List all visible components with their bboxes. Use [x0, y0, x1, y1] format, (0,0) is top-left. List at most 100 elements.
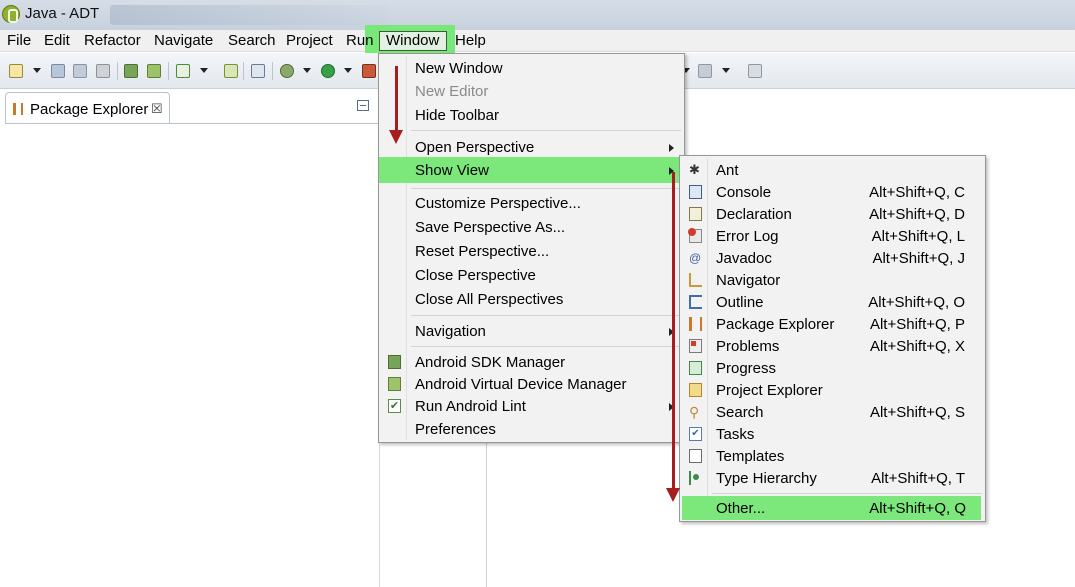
view-item-label: Declaration — [716, 206, 792, 223]
menu-run[interactable]: Run — [345, 31, 375, 51]
menu-item-show-view[interactable]: Show View — [379, 157, 684, 183]
debug-icon[interactable] — [280, 64, 294, 78]
menu-item-label: Open Perspective — [415, 139, 535, 156]
menu-separator — [411, 188, 681, 189]
annotation-arrow-window — [395, 66, 398, 132]
view-item-declaration[interactable]: Declaration Alt+Shift+Q, D — [680, 203, 985, 225]
menu-item-new-window[interactable]: New Window — [379, 57, 684, 79]
templates-icon — [689, 449, 702, 463]
view-item-console[interactable]: Console Alt+Shift+Q, C — [680, 181, 985, 203]
view-item-problems[interactable]: Problems Alt+Shift+Q, X — [680, 335, 985, 357]
menu-search[interactable]: Search — [227, 31, 277, 51]
menu-help[interactable]: Help — [454, 31, 487, 51]
toolbar-separator — [272, 62, 273, 80]
annotation-arrow-head-icon — [666, 488, 680, 502]
adt-logo-icon — [2, 5, 20, 23]
view-item-progress[interactable]: Progress — [680, 357, 985, 379]
menu-window[interactable]: Window — [385, 31, 440, 51]
save-icon[interactable] — [51, 64, 65, 78]
menu-navigate[interactable]: Navigate — [153, 31, 214, 51]
view-item-label: Search — [716, 404, 764, 421]
view-item-label: Project Explorer — [716, 382, 823, 399]
package-explorer-icon — [13, 103, 23, 115]
new-dropdown-icon[interactable] — [33, 68, 41, 73]
forward-icon[interactable] — [698, 64, 712, 78]
skip-breakpoints-icon[interactable] — [251, 64, 265, 78]
menu-item-preferences[interactable]: Preferences — [379, 418, 684, 440]
menu-item-android-sdk-manager[interactable]: Android SDK Manager — [379, 351, 684, 373]
window-title: Java - ADT — [25, 5, 100, 22]
view-item-javadoc[interactable]: @ Javadoc Alt+Shift+Q, J — [680, 247, 985, 269]
view-item-label: Package Explorer — [716, 316, 835, 333]
run-dropdown-icon[interactable] — [344, 68, 352, 73]
menu-item-label: Show View — [415, 162, 489, 179]
menu-file[interactable]: File — [6, 31, 32, 51]
view-item-label: Ant — [716, 162, 739, 179]
lint-check-icon[interactable] — [176, 64, 190, 78]
progress-icon — [689, 361, 702, 375]
view-item-shortcut: Alt+Shift+Q, X — [869, 338, 965, 355]
menu-edit[interactable]: Edit — [43, 31, 71, 51]
menu-item-label: Save Perspective As... — [415, 219, 566, 236]
menu-item-hide-toolbar[interactable]: Hide Toolbar — [379, 104, 684, 126]
print-icon[interactable] — [96, 64, 110, 78]
view-item-shortcut: Alt+Shift+Q, Q — [869, 500, 966, 517]
new-android-project-icon[interactable] — [224, 64, 238, 78]
close-icon[interactable]: ☒ — [151, 101, 163, 117]
lint-dropdown-icon[interactable] — [200, 68, 208, 73]
view-item-templates[interactable]: Templates — [680, 445, 985, 467]
forward-dropdown-icon[interactable] — [722, 68, 730, 73]
annotation-arrow-show-view — [672, 172, 675, 490]
view-item-shortcut: Alt+Shift+Q, C — [869, 184, 965, 201]
menu-item-close-all-perspectives[interactable]: Close All Perspectives — [379, 288, 684, 310]
view-item-label: Javadoc — [716, 250, 772, 267]
view-item-type-hierarchy[interactable]: Type Hierarchy Alt+Shift+Q, T — [680, 467, 985, 489]
outline-icon — [689, 295, 702, 309]
tab-package-explorer[interactable]: Package Explorer ☒ — [5, 92, 170, 124]
view-item-label: Templates — [716, 448, 785, 465]
avd-manager-icon[interactable] — [147, 64, 161, 78]
new-icon[interactable] — [9, 64, 23, 78]
menu-project[interactable]: Project — [285, 31, 334, 51]
window-menu: New Window New Editor Hide Toolbar Open … — [378, 53, 685, 443]
menu-item-reset-perspective[interactable]: Reset Perspective... — [379, 240, 684, 262]
menu-item-android-virtual-device-manager[interactable]: Android Virtual Device Manager — [379, 373, 684, 395]
sdk-manager-icon[interactable] — [124, 64, 138, 78]
pin-editor-icon[interactable] — [748, 64, 762, 78]
view-item-package-explorer[interactable]: Package Explorer Alt+Shift+Q, P — [680, 313, 985, 335]
menu-item-label: Run Android Lint — [415, 398, 526, 415]
menu-item-save-perspective-as[interactable]: Save Perspective As... — [379, 216, 684, 238]
view-item-tasks[interactable]: ✔ Tasks — [680, 423, 985, 445]
menu-item-customize-perspective[interactable]: Customize Perspective... — [379, 192, 684, 214]
menu-item-close-perspective[interactable]: Close Perspective — [379, 264, 684, 286]
view-item-search[interactable]: ⚲ Search Alt+Shift+Q, S — [680, 401, 985, 423]
navigator-icon — [689, 273, 702, 287]
console-icon — [689, 185, 702, 199]
menu-separator — [712, 493, 982, 494]
annotation-arrow-head-icon — [389, 130, 403, 144]
view-item-other[interactable]: Other... Alt+Shift+Q, Q — [682, 496, 981, 520]
view-item-ant[interactable]: ✱ Ant — [680, 159, 985, 181]
menu-item-navigation[interactable]: Navigation — [379, 320, 684, 342]
toolbar-separator — [243, 62, 244, 80]
view-item-outline[interactable]: Outline Alt+Shift+Q, O — [680, 291, 985, 313]
view-item-label: Type Hierarchy — [716, 470, 817, 487]
debug-dropdown-icon[interactable] — [303, 68, 311, 73]
menu-refactor[interactable]: Refactor — [83, 31, 142, 51]
view-item-project-explorer[interactable]: Project Explorer — [680, 379, 985, 401]
menu-item-label: New Editor — [415, 83, 489, 100]
view-item-error-log[interactable]: Error Log Alt+Shift+Q, L — [680, 225, 985, 247]
package-explorer-view: Package Explorer ☒ — [5, 92, 380, 587]
run-icon[interactable] — [321, 64, 335, 78]
menu-item-label: Android SDK Manager — [415, 354, 566, 371]
save-all-icon[interactable] — [73, 64, 87, 78]
submenu-arrow-icon — [669, 144, 674, 152]
view-item-navigator[interactable]: Navigator — [680, 269, 985, 291]
external-tools-icon[interactable] — [362, 64, 376, 78]
menu-item-label: Android Virtual Device Manager — [415, 376, 627, 393]
menu-item-run-android-lint[interactable]: ✔ Run Android Lint — [379, 395, 684, 417]
minimize-icon[interactable] — [357, 100, 369, 111]
menu-item-open-perspective[interactable]: Open Perspective — [379, 136, 684, 158]
view-item-shortcut: Alt+Shift+Q, S — [869, 404, 965, 421]
menu-separator — [411, 346, 681, 347]
